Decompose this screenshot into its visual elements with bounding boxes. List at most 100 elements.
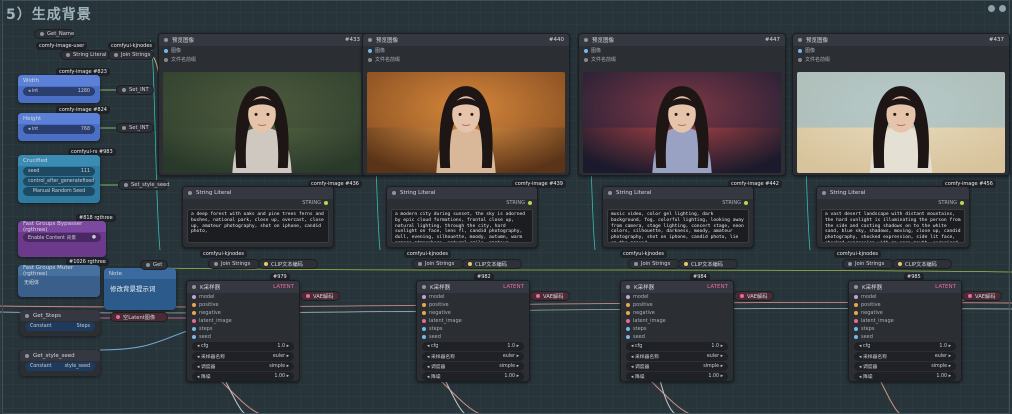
sampler-input-port[interactable]: seed: [849, 333, 961, 341]
width-value-widget[interactable]: ◂ int 1280: [23, 87, 95, 96]
image-input-port[interactable]: 图像: [363, 46, 569, 55]
sampler-input-port[interactable]: steps: [621, 325, 733, 333]
vae-decode-node[interactable]: VAE解码: [530, 291, 570, 301]
sampler-widget[interactable]: ◂ 降噪 1.00 ▸: [192, 372, 294, 381]
sampler-widget[interactable]: ◂ 调度器 simple ▸: [422, 362, 524, 371]
steps-constant-widget[interactable]: Constant Steps: [25, 322, 95, 331]
width-node[interactable]: Width ◂ int 1280: [18, 75, 100, 103]
clip-text-encode-node[interactable]: CLIP文本编码: [678, 259, 738, 269]
string-literal-prompt-node[interactable]: String Literal STRING a modern city duri…: [386, 186, 538, 248]
bypass-toggle[interactable]: Enable Content 背景 ●: [23, 233, 101, 242]
string-output-port[interactable]: STRING: [183, 199, 333, 207]
vae-decode-node[interactable]: VAE解码: [962, 291, 1002, 301]
sampler-input-port[interactable]: negative: [417, 309, 529, 317]
join-strings-node[interactable]: Join Strings: [412, 259, 464, 269]
string-literal-prompt-node[interactable]: String Literal STRING music video, color…: [602, 186, 754, 248]
sampler-input-port[interactable]: negative: [849, 309, 961, 317]
sampler-input-port[interactable]: positive: [187, 301, 299, 309]
sampler-input-port[interactable]: model: [849, 293, 961, 301]
join-strings-node[interactable]: Join Strings: [842, 259, 894, 269]
bypasser-node[interactable]: Fast Groups Bypasser (rgthree) Enable Co…: [18, 221, 106, 257]
set-int-node-width[interactable]: Set_INT: [116, 85, 154, 95]
string-literal-prompt-node[interactable]: String Literal STRING a vast desert land…: [816, 186, 970, 248]
sampler-widget[interactable]: ◂ cfg 1.0 ▸: [192, 342, 294, 351]
sampler-widget[interactable]: ◂ 调度器 simple ▸: [626, 362, 728, 371]
image-input-port[interactable]: 图像: [159, 46, 365, 55]
sampler-input-port[interactable]: positive: [417, 301, 529, 309]
get-node[interactable]: Get: [140, 260, 168, 270]
string-literal-node[interactable]: String Literal: [60, 50, 110, 60]
ksampler-node[interactable]: K采样器 LATENT model positive negative latent_i…: [848, 280, 962, 382]
group-controls[interactable]: [988, 5, 1006, 12]
prompt-textarea[interactable]: a deep forest with oaks and pine trees f…: [187, 209, 329, 243]
preview-image-node[interactable]: 预览图像 #433 图像 文件名前缀: [158, 33, 366, 176]
sampler-input-port[interactable]: positive: [849, 301, 961, 309]
filename-prefix-port[interactable]: 文件名前缀: [579, 55, 785, 64]
prompt-textarea[interactable]: a modern city during sunset, the sky is …: [391, 209, 533, 243]
sampler-input-port[interactable]: model: [417, 293, 529, 301]
sampler-widget[interactable]: ◂ 调度器 simple ▸: [192, 362, 294, 371]
sampler-widget[interactable]: ◂ 采样器名称 euler ▸: [854, 352, 956, 361]
sampler-input-port[interactable]: negative: [621, 309, 733, 317]
empty-latent-node[interactable]: 空Latent图像: [110, 312, 168, 322]
set-style-seed-node[interactable]: Set_style_seed: [118, 180, 170, 190]
muter-node[interactable]: Fast Groups Muter (rgthree) 无组体: [18, 265, 100, 297]
filename-prefix-port[interactable]: 文件名前缀: [793, 55, 1009, 64]
sampler-widget[interactable]: ◂ 降噪 1.00 ▸: [626, 372, 728, 381]
close-icon[interactable]: [999, 5, 1006, 12]
string-output-port[interactable]: STRING: [817, 199, 969, 207]
sampler-input-port[interactable]: steps: [417, 325, 529, 333]
sampler-input-port[interactable]: seed: [417, 333, 529, 341]
join-strings-node[interactable]: Join Strings: [108, 50, 154, 60]
preview-image-node[interactable]: 预览图像 #447 图像 文件名前缀: [578, 33, 786, 176]
clip-text-encode-node[interactable]: CLIP文本编码: [258, 259, 318, 269]
sampler-widget[interactable]: ◂ 降噪 1.00 ▸: [854, 372, 956, 381]
seed-constant-widget[interactable]: Constant style_seed: [25, 362, 95, 371]
image-input-port[interactable]: 图像: [579, 46, 785, 55]
seed-value-widget[interactable]: seed 111: [23, 167, 95, 176]
filename-prefix-port[interactable]: 文件名前缀: [159, 55, 365, 64]
prompt-textarea[interactable]: music video, color gel lighting, dark ba…: [607, 209, 749, 243]
height-value-widget[interactable]: ◂ int 768: [23, 125, 95, 134]
ksampler-node[interactable]: K采样器 LATENT model positive negative latent_i…: [186, 280, 300, 382]
sampler-widget[interactable]: ◂ cfg 1.0 ▸: [422, 342, 524, 351]
preview-image-node[interactable]: 预览图像 #440 图像 文件名前缀: [362, 33, 570, 176]
pin-icon[interactable]: [988, 5, 995, 12]
sampler-widget[interactable]: ◂ cfg 1.0 ▸: [854, 342, 956, 351]
note-node[interactable]: Note 修改背景提示词: [104, 268, 176, 310]
manual-random-seed-button[interactable]: Manual Random Seed: [23, 187, 95, 196]
seed-node[interactable]: Crucified seed 111 control_after_generate…: [18, 155, 100, 203]
ksampler-node[interactable]: K采样器 LATENT model positive negative latent_i…: [620, 280, 734, 382]
get-name-node[interactable]: Get_Name: [34, 29, 74, 39]
height-node[interactable]: Height ◂ int 768: [18, 113, 100, 141]
prompt-textarea[interactable]: a vast desert landscape with distant mou…: [821, 209, 965, 243]
string-output-port[interactable]: STRING: [387, 199, 537, 207]
get-seed-node[interactable]: Get_style_seed Constant style_seed: [20, 350, 100, 376]
sampler-input-port[interactable]: latent_image: [187, 317, 299, 325]
sampler-input-port[interactable]: latent_image: [849, 317, 961, 325]
image-input-port[interactable]: 图像: [793, 46, 1009, 55]
get-steps-node[interactable]: Get_Steps Constant Steps: [20, 310, 100, 336]
clip-text-encode-node[interactable]: CLIP文本编码: [892, 259, 952, 269]
sampler-input-port[interactable]: model: [621, 293, 733, 301]
sampler-input-port[interactable]: steps: [849, 325, 961, 333]
preview-image-node[interactable]: 预览图像 #437 图像 文件名前缀: [792, 33, 1010, 176]
sampler-input-port[interactable]: seed: [621, 333, 733, 341]
sampler-input-port[interactable]: positive: [621, 301, 733, 309]
sampler-input-port[interactable]: latent_image: [417, 317, 529, 325]
sampler-widget[interactable]: ◂ 采样器名称 euler ▸: [626, 352, 728, 361]
sampler-widget[interactable]: ◂ 降噪 1.00 ▸: [422, 372, 524, 381]
sampler-widget[interactable]: ◂ cfg 1.0 ▸: [626, 342, 728, 351]
ksampler-node[interactable]: K采样器 LATENT model positive negative latent_i…: [416, 280, 530, 382]
sampler-input-port[interactable]: steps: [187, 325, 299, 333]
join-strings-node[interactable]: Join Strings: [208, 259, 260, 269]
string-output-port[interactable]: STRING: [603, 199, 753, 207]
vae-decode-node[interactable]: VAE解码: [734, 291, 774, 301]
set-int-node-height[interactable]: Set_INT: [116, 123, 154, 133]
clip-text-encode-node[interactable]: CLIP文本编码: [462, 259, 522, 269]
filename-prefix-port[interactable]: 文件名前缀: [363, 55, 569, 64]
string-literal-prompt-node[interactable]: String Literal STRING a deep forest with…: [182, 186, 334, 248]
seed-control-widget[interactable]: control_after_generate fixed: [23, 177, 95, 186]
sampler-input-port[interactable]: seed: [187, 333, 299, 341]
join-strings-node[interactable]: Join Strings: [628, 259, 680, 269]
